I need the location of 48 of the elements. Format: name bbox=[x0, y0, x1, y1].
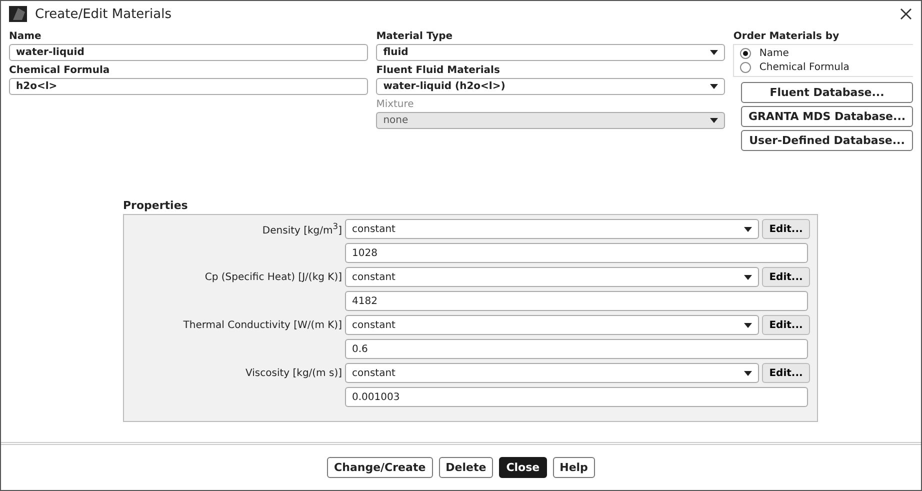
dropdown-caret-icon bbox=[744, 226, 752, 232]
property-label: Cp (Specific Heat) [J/(kg K)] bbox=[204, 272, 342, 282]
method-dropdown[interactable]: constant bbox=[345, 219, 759, 239]
section-title: Properties bbox=[123, 199, 189, 212]
name-field[interactable]: water-liquid bbox=[9, 44, 368, 61]
close-icon[interactable] bbox=[899, 7, 913, 21]
dropdown-caret-icon bbox=[744, 274, 752, 280]
radio-label[interactable]: Name bbox=[759, 48, 789, 59]
radio-button[interactable] bbox=[740, 48, 752, 59]
radio-button[interactable] bbox=[740, 62, 752, 73]
method-dropdown[interactable]: constant bbox=[345, 315, 759, 335]
group-label: Order Materials by bbox=[733, 31, 840, 42]
dialog-button[interactable]: Help bbox=[552, 457, 595, 478]
dropdown-label: Material Type bbox=[376, 31, 454, 42]
property-label: Thermal Conductivity [W/(m K)] bbox=[182, 320, 342, 330]
method-dropdown[interactable]: constant bbox=[345, 363, 759, 383]
database-button[interactable]: User-Defined Database... bbox=[741, 130, 913, 151]
edit-button[interactable]: Edit... bbox=[762, 219, 810, 239]
dropdown-caret-icon bbox=[710, 118, 718, 123]
window-title: Create/Edit Materials bbox=[35, 6, 172, 22]
dropdown-label: Fluent Fluid Materials bbox=[376, 65, 501, 76]
edit-button[interactable]: Edit... bbox=[762, 267, 810, 287]
method-dropdown[interactable]: constant bbox=[345, 267, 759, 287]
database-button[interactable]: Fluent Database... bbox=[741, 82, 913, 103]
property-label: Viscosity [kg/(m s)] bbox=[244, 368, 342, 378]
dialog-button[interactable]: Delete bbox=[438, 457, 494, 478]
dropdown-caret-icon bbox=[710, 84, 718, 89]
dropdown[interactable]: water-liquid (h2o<l>) bbox=[376, 78, 726, 95]
edit-button[interactable]: Edit... bbox=[762, 315, 810, 335]
field-label: Name bbox=[9, 31, 42, 42]
formula-field[interactable]: h2o<l> bbox=[9, 78, 368, 95]
value-field[interactable]: 0.6 bbox=[345, 339, 808, 359]
dropdown-caret-icon bbox=[744, 370, 752, 376]
dropdown-caret-icon bbox=[744, 322, 752, 328]
value-field[interactable]: 4182 bbox=[345, 291, 808, 311]
radio-label[interactable]: Chemical Formula bbox=[759, 62, 850, 73]
field-label: Chemical Formula bbox=[9, 65, 111, 76]
database-button[interactable]: GRANTA MDS Database... bbox=[741, 106, 913, 127]
value-field[interactable]: 1028 bbox=[345, 243, 808, 263]
dropdown-caret-icon bbox=[710, 50, 718, 55]
dialog-button[interactable]: Close bbox=[499, 457, 547, 478]
dropdown-label: Mixture bbox=[376, 99, 415, 110]
dialog-button[interactable]: Change/Create bbox=[327, 457, 433, 478]
value-field[interactable]: 0.001003 bbox=[345, 387, 808, 407]
edit-button[interactable]: Edit... bbox=[762, 363, 810, 383]
app-icon bbox=[9, 6, 27, 22]
property-label: Density [kg/m$^{3}$] bbox=[261, 221, 342, 237]
dropdown[interactable]: fluid bbox=[376, 44, 726, 61]
